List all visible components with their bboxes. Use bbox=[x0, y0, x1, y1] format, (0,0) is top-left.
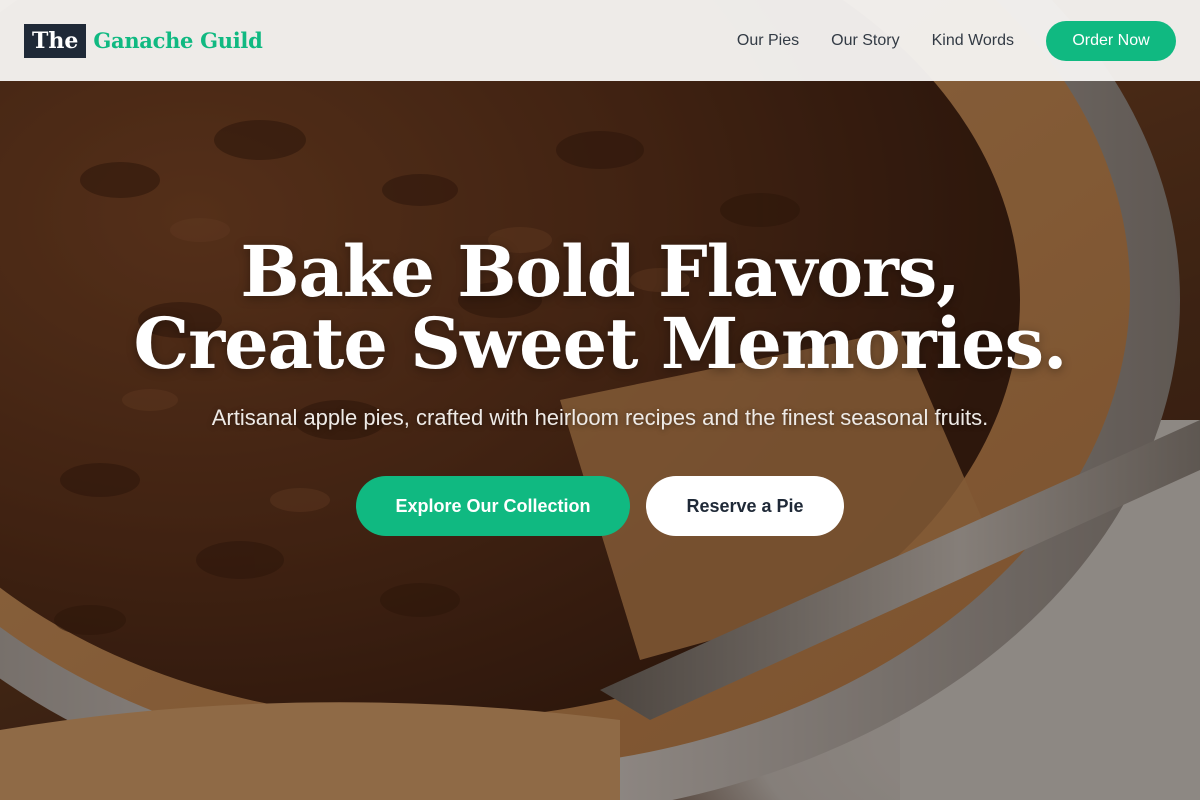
logo-the-box: The bbox=[24, 23, 87, 58]
logo-name: Ganache Guild bbox=[93, 28, 263, 53]
order-now-button[interactable]: Order Now bbox=[1046, 20, 1176, 61]
hero-title-line-1: Bake Bold Flavors, bbox=[240, 230, 960, 313]
reserve-pie-button[interactable]: Reserve a Pie bbox=[646, 476, 844, 536]
hero-subtitle: Artisanal apple pies, crafted with heirl… bbox=[211, 405, 989, 430]
main-nav: Our Pies Our Story Kind Words Order Now bbox=[737, 20, 1176, 61]
site-logo[interactable]: The Ganache Guild bbox=[24, 23, 263, 58]
hero-title-line-2: Create Sweet Memories. bbox=[133, 302, 1068, 385]
hero-title: Bake Bold Flavors, Create Sweet Memories… bbox=[0, 236, 1200, 380]
hero-section: Bake Bold Flavors, Create Sweet Memories… bbox=[0, 236, 1200, 536]
nav-link-our-pies[interactable]: Our Pies bbox=[737, 32, 799, 50]
site-header: The Ganache Guild Our Pies Our Story Kin… bbox=[0, 0, 1200, 81]
nav-link-kind-words[interactable]: Kind Words bbox=[932, 32, 1014, 50]
nav-link-our-story[interactable]: Our Story bbox=[831, 32, 899, 50]
hero-actions: Explore Our Collection Reserve a Pie bbox=[0, 476, 1200, 536]
explore-collection-button[interactable]: Explore Our Collection bbox=[356, 476, 630, 536]
landing-page: The Ganache Guild Our Pies Our Story Kin… bbox=[0, 0, 1200, 800]
